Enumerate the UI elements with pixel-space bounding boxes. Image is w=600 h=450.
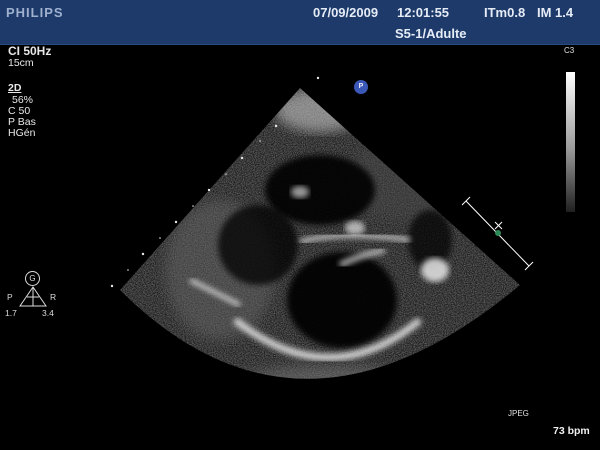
mechanical-index: IM 1.4 (537, 5, 574, 20)
sector-image (120, 88, 520, 379)
exam-time: 12:01:55 (397, 5, 450, 20)
heart-rate: 73 bpm (553, 425, 590, 437)
probe-preset: S5-1/Adulte (395, 26, 467, 41)
depth: 15cm (8, 57, 34, 69)
echo-image (110, 76, 534, 379)
header-bar: PHILIPS 07/09/2009 12:01:55 ITm0.8 IM 1.… (0, 0, 600, 45)
orientation-left-value: 1.7 (5, 308, 17, 318)
caliper-point[interactable] (495, 230, 501, 236)
harmonics: HGén (8, 127, 36, 139)
orientation-right-label: R (50, 292, 57, 302)
orientation-marker: P (354, 80, 368, 94)
format-label: JPEG (508, 409, 529, 418)
orientation-right-value: 3.4 (42, 308, 54, 318)
exam-date: 07/09/2009 (313, 5, 379, 20)
orientation-left-label: P (7, 292, 13, 302)
orientation-center-label: G (25, 271, 40, 286)
ultrasound-screen: P PHILIPS 07/09/2009 12:01:55 ITm0.8 IM … (0, 0, 600, 450)
imaging-mode: 2D (8, 82, 22, 94)
orientation-triangle-icon (19, 286, 47, 307)
brand-logo: PHILIPS (6, 5, 64, 20)
grayscale-bar (566, 72, 575, 212)
gray-map-label: C3 (564, 46, 575, 55)
thermal-index: ITm0.8 (484, 5, 526, 20)
orientation-icon: G P R 1.7 3.4 (4, 270, 64, 320)
